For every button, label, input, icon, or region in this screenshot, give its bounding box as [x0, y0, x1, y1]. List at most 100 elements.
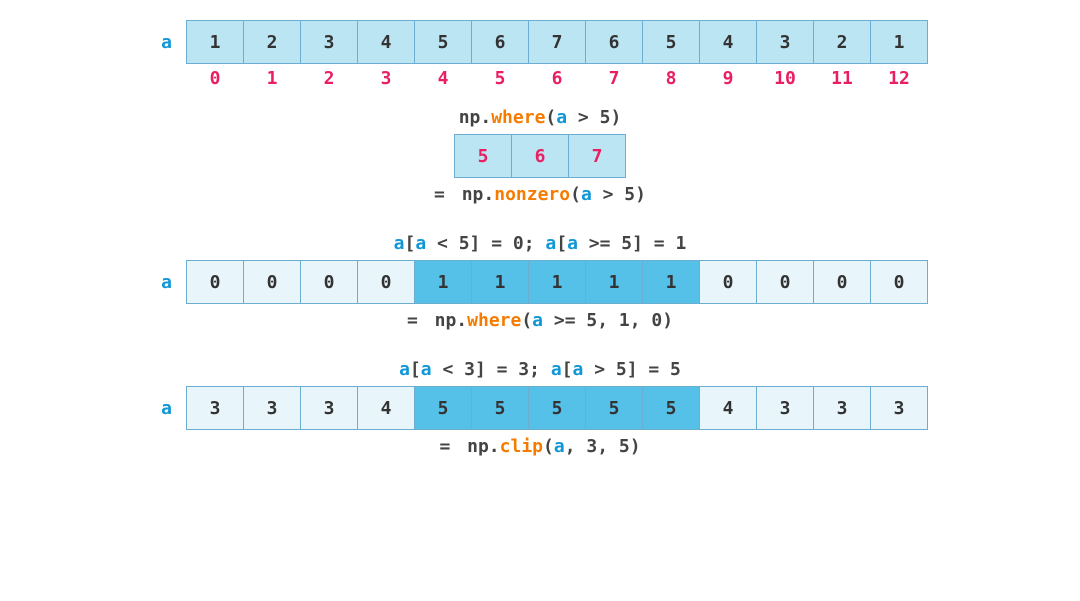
array-cell: 1 — [528, 260, 586, 304]
code-text: ( — [543, 436, 554, 457]
index-cell: 5 — [471, 68, 529, 89]
code-fn: nonzero — [494, 184, 570, 205]
result-cell: 6 — [511, 134, 569, 178]
code-var: a — [556, 107, 567, 128]
array-cell: 2 — [243, 20, 301, 64]
code-assign: a[a < 3] = 3; a[a > 5] = 5 — [0, 359, 1080, 380]
array-cell: 4 — [357, 20, 415, 64]
code-var: a — [394, 233, 405, 254]
array-cell: 5 — [642, 386, 700, 430]
array-cell: 1 — [414, 260, 472, 304]
code-text: = — [434, 184, 456, 205]
code-assign: a[a < 5] = 0; a[a >= 5] = 1 — [0, 233, 1080, 254]
code-text: = — [407, 310, 429, 331]
array-row: a 0 0 0 0 1 1 1 1 1 0 0 0 0 — [0, 260, 1080, 304]
array-cell: 3 — [300, 20, 358, 64]
code-text: > 5) — [592, 184, 646, 205]
code-where-single: np.where(a > 5) — [0, 107, 1080, 128]
index-cell: 7 — [585, 68, 643, 89]
code-text: np. — [462, 184, 495, 205]
array-cell: 1 — [642, 260, 700, 304]
index-cell: 3 — [357, 68, 415, 89]
array-cell: 6 — [585, 20, 643, 64]
array-cell: 5 — [585, 386, 643, 430]
code-text: np. — [459, 107, 492, 128]
section-where-triple: a[a < 5] = 0; a[a >= 5] = 1 a 0 0 0 0 1 … — [0, 233, 1080, 331]
array-cell: 3 — [243, 386, 301, 430]
input-array: 1 2 3 4 5 6 7 6 5 4 3 2 1 — [186, 20, 928, 64]
result-cell: 5 — [454, 134, 512, 178]
array-cell: 3 — [756, 386, 814, 430]
code-text: ( — [570, 184, 581, 205]
code-text: >= 5] = 1 — [578, 233, 686, 254]
code-text: > 5] = 5 — [583, 359, 681, 380]
result-array: 5 6 7 — [454, 134, 626, 178]
array-cell: 1 — [870, 20, 928, 64]
section-clip: a[a < 3] = 3; a[a > 5] = 5 a 3 3 3 4 5 5… — [0, 359, 1080, 457]
array-cell: 6 — [471, 20, 529, 64]
code-text: < 3] = 3; — [432, 359, 551, 380]
array-label: a — [152, 32, 172, 53]
index-cell: 12 — [870, 68, 928, 89]
index-cell: 8 — [642, 68, 700, 89]
code-var: a — [399, 359, 410, 380]
code-clip: = np.clip(a, 3, 5) — [0, 436, 1080, 457]
code-var: a — [581, 184, 592, 205]
code-var: a — [554, 436, 565, 457]
array-cell: 0 — [813, 260, 871, 304]
array-cell: 1 — [471, 260, 529, 304]
result-cell: 7 — [568, 134, 626, 178]
code-fn: where — [491, 107, 545, 128]
code-text: ( — [521, 310, 532, 331]
array-row: a 3 3 3 4 5 5 5 5 5 4 3 3 3 — [0, 386, 1080, 430]
index-cell: 11 — [813, 68, 871, 89]
array-cell: 3 — [870, 386, 928, 430]
index-cell: 9 — [699, 68, 757, 89]
code-text: = — [439, 436, 461, 457]
code-nonzero: = np.nonzero(a > 5) — [0, 184, 1080, 205]
array-cell: 5 — [471, 386, 529, 430]
array-cell: 3 — [756, 20, 814, 64]
array-cell: 1 — [186, 20, 244, 64]
array-cell: 5 — [642, 20, 700, 64]
code-text: ( — [545, 107, 556, 128]
array-cell: 0 — [357, 260, 415, 304]
code-var: a — [532, 310, 543, 331]
code-text: >= 5, 1, 0) — [543, 310, 673, 331]
array-cell: 4 — [699, 20, 757, 64]
code-text: [ — [556, 233, 567, 254]
code-text: np. — [467, 436, 500, 457]
array-cell: 4 — [699, 386, 757, 430]
array-label: a — [152, 272, 172, 293]
index-cell: 4 — [414, 68, 472, 89]
code-var: a — [551, 359, 562, 380]
code-text: [ — [405, 233, 416, 254]
array-cell: 3 — [813, 386, 871, 430]
code-where-triple: = np.where(a >= 5, 1, 0) — [0, 310, 1080, 331]
index-cell: 6 — [528, 68, 586, 89]
array-cell: 3 — [186, 386, 244, 430]
array-cell: 0 — [870, 260, 928, 304]
code-var: a — [567, 233, 578, 254]
array-cell: 5 — [528, 386, 586, 430]
array-cell: 0 — [243, 260, 301, 304]
array-cell: 5 — [414, 386, 472, 430]
section-where-single: a 1 2 3 4 5 6 7 6 5 4 3 2 1 0 1 2 — [0, 20, 1080, 205]
array-cell: 1 — [585, 260, 643, 304]
code-var: a — [545, 233, 556, 254]
code-var: a — [421, 359, 432, 380]
code-text: [ — [562, 359, 573, 380]
code-text: np. — [435, 310, 468, 331]
index-row: 0 1 2 3 4 5 6 7 8 9 10 11 12 — [0, 64, 1080, 89]
code-var: a — [573, 359, 584, 380]
array-cell: 7 — [528, 20, 586, 64]
array-cell: 3 — [300, 386, 358, 430]
index-cell: 0 — [186, 68, 244, 89]
index-cell: 10 — [756, 68, 814, 89]
array-cell: 2 — [813, 20, 871, 64]
array-cell: 0 — [756, 260, 814, 304]
indices: 0 1 2 3 4 5 6 7 8 9 10 11 12 — [186, 68, 928, 89]
code-text: [ — [410, 359, 421, 380]
code-var: a — [415, 233, 426, 254]
result-array: 0 0 0 0 1 1 1 1 1 0 0 0 0 — [186, 260, 928, 304]
